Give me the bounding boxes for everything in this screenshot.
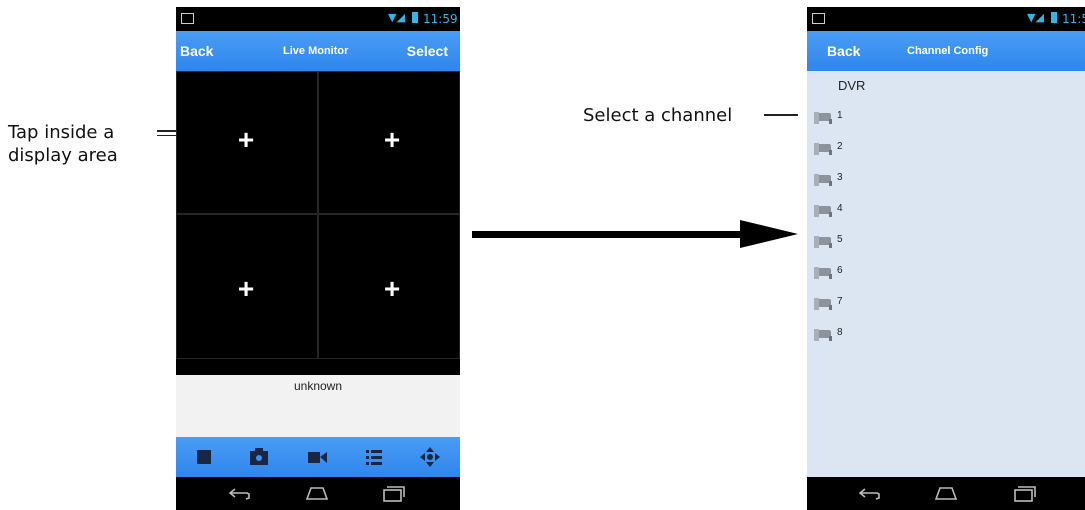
camera-icon — [814, 329, 832, 341]
channel-item[interactable]: 6 — [813, 261, 893, 283]
photo-notification-icon — [812, 13, 825, 24]
camera-icon — [814, 267, 832, 279]
back-button[interactable]: Back — [180, 31, 213, 71]
status-bar: ▼◢ 11:59 — [176, 7, 460, 31]
display-area-4[interactable]: + — [318, 214, 460, 359]
add-icon: + — [237, 124, 255, 155]
wifi-signal-icon: ▼◢ — [388, 11, 405, 24]
recents-icon[interactable] — [381, 482, 407, 504]
channel-label: 3 — [837, 172, 843, 183]
header-bar: Back Channel Config — [807, 31, 1085, 71]
channel-label: 2 — [837, 141, 843, 152]
display-grid: + + + + — [176, 71, 460, 359]
channel-label: 8 — [837, 327, 843, 338]
display-area-3[interactable]: + — [176, 214, 318, 359]
camera-icon — [814, 298, 832, 310]
system-nav-bar — [807, 477, 1085, 510]
photo-notification-icon — [181, 13, 194, 24]
ptz-icon[interactable] — [419, 446, 441, 468]
select-channel-annotation: Select a channel — [583, 105, 733, 126]
tap-annotation-line2: display area — [8, 145, 118, 166]
back-icon[interactable] — [227, 482, 253, 504]
back-icon[interactable] — [857, 482, 883, 504]
stop-icon[interactable] — [193, 446, 215, 468]
camera-icon — [814, 112, 832, 124]
recents-icon[interactable] — [1012, 482, 1038, 504]
battery-icon — [412, 12, 418, 23]
channel-item[interactable]: 2 — [813, 137, 893, 159]
camera-icon — [814, 205, 832, 217]
wifi-signal-icon: ▼◢ — [1027, 11, 1044, 24]
record-icon[interactable] — [306, 446, 328, 468]
channel-item[interactable]: 1 — [813, 106, 893, 128]
control-toolbar — [176, 437, 460, 477]
grid-divider — [176, 359, 460, 375]
display-area-2[interactable]: + — [318, 71, 460, 214]
camera-icon — [814, 236, 832, 248]
system-nav-bar — [176, 477, 460, 510]
camera-icon — [814, 174, 832, 186]
right-phone-screen: ▼◢ 11:59 Back Channel Config DVR 1 2 3 4… — [807, 7, 1085, 510]
device-name: DVR — [838, 78, 866, 93]
channel-label: 7 — [837, 296, 843, 307]
channel-item[interactable]: 8 — [813, 323, 893, 345]
channel-label: 5 — [837, 234, 843, 245]
add-icon: + — [237, 273, 255, 304]
battery-icon — [1051, 12, 1057, 23]
channel-item[interactable]: 5 — [813, 230, 893, 252]
page-title: Channel Config — [907, 45, 989, 57]
tap-annotation-line1: Tap inside a — [8, 122, 115, 143]
channel-label: 6 — [837, 265, 843, 276]
channel-item[interactable]: 7 — [813, 292, 893, 314]
back-button[interactable]: Back — [827, 31, 860, 71]
camera-icon — [814, 143, 832, 155]
home-icon[interactable] — [304, 482, 330, 504]
display-area-1[interactable]: + — [176, 71, 318, 214]
channel-label: 1 — [837, 110, 843, 121]
select-button[interactable]: Select — [407, 31, 448, 71]
channel-item[interactable]: 4 — [813, 199, 893, 221]
add-icon: + — [383, 273, 401, 304]
select-leader-line — [764, 114, 798, 116]
device-info-panel: unknown — [176, 375, 460, 437]
home-icon[interactable] — [933, 482, 959, 504]
snapshot-icon[interactable] — [248, 446, 270, 468]
channel-list: DVR 1 2 3 4 5 6 7 8 — [807, 71, 1085, 477]
device-status-text: unknown — [293, 379, 343, 393]
status-time: 11:59 — [423, 12, 458, 26]
add-icon: + — [383, 124, 401, 155]
left-phone-screen: ▼◢ 11:59 Back Live Monitor Select + + + … — [176, 7, 460, 510]
status-time: 11:59 — [1062, 12, 1085, 26]
tap-annotation: Tap inside a display area — [8, 121, 158, 167]
header-bar: Back Live Monitor Select — [176, 31, 460, 71]
channel-item[interactable]: 3 — [813, 168, 893, 190]
list-icon[interactable] — [363, 446, 385, 468]
status-bar: ▼◢ 11:59 — [807, 7, 1085, 31]
channel-label: 4 — [837, 203, 843, 214]
flow-arrow-icon — [472, 220, 798, 248]
page-title: Live Monitor — [283, 45, 349, 57]
